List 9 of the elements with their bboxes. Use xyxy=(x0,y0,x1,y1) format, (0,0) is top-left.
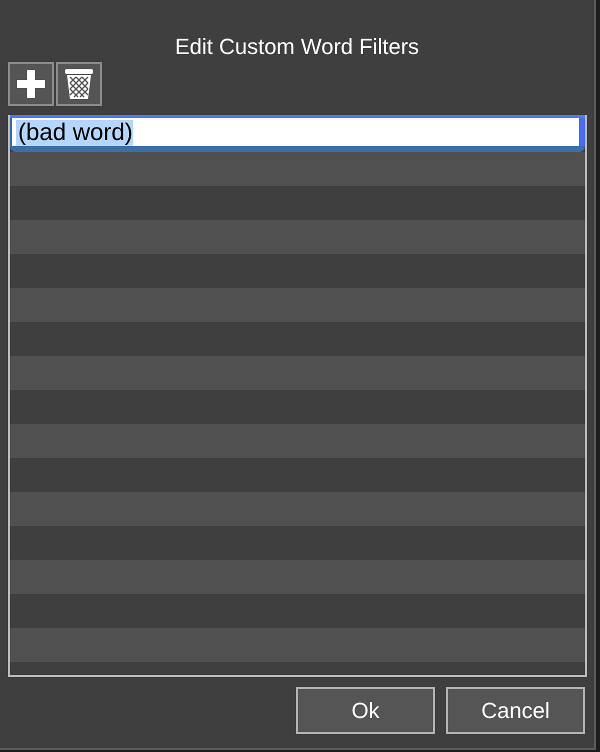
cancel-button[interactable]: Cancel xyxy=(446,687,585,734)
trash-icon xyxy=(64,67,94,101)
dialog-title: Edit Custom Word Filters xyxy=(174,33,420,61)
delete-button[interactable] xyxy=(56,62,102,106)
ok-button[interactable]: Ok xyxy=(296,687,435,734)
filter-row[interactable]: (bad word) xyxy=(10,115,585,152)
add-button[interactable] xyxy=(8,62,54,106)
plus-icon xyxy=(15,68,47,100)
filter-input-field[interactable]: (bad word) xyxy=(12,118,585,146)
